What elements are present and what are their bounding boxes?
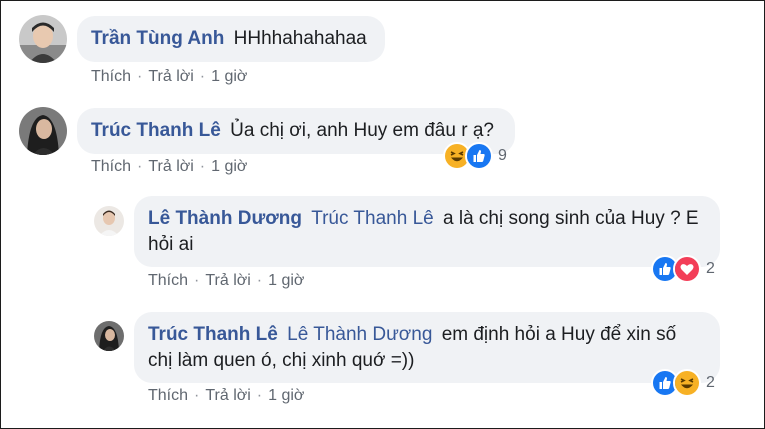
reply-actions: Thích · Trả lời · 1 giờ: [148, 387, 304, 405]
reaction-count: 2: [706, 260, 715, 277]
mention-link[interactable]: Lê Thành Dương: [287, 324, 432, 345]
like-link[interactable]: Thích: [91, 158, 131, 175]
like-link[interactable]: Thích: [91, 68, 131, 85]
comment-thread: Trần Tùng Anh HHhhahahahaa Thích · Trả lời…: [0, 0, 765, 429]
separator: ·: [199, 158, 206, 175]
avatar[interactable]: [19, 107, 67, 155]
like-icon: [465, 142, 493, 170]
like-link[interactable]: Thích: [148, 387, 188, 404]
separator: ·: [199, 68, 206, 85]
reaction-summary[interactable]: 2: [651, 369, 715, 397]
timestamp[interactable]: 1 giờ: [268, 272, 304, 289]
comment-text: Ủa chị ơi, anh Huy em đâu r ạ?: [230, 120, 494, 141]
reply-bubble: Lê Thành Dương Trúc Thanh Lê a là chị so…: [134, 196, 720, 267]
comment-actions: Thích · Trả lời · 1 giờ: [91, 68, 247, 86]
reply-text-line1: a là chị song sinh của Huy ? E: [443, 208, 699, 229]
separator: ·: [137, 158, 143, 175]
reply-text-line1: em định hỏi a Huy để xin số: [441, 324, 677, 345]
love-icon: [673, 255, 701, 283]
comment-author[interactable]: Trúc Thanh Lê: [91, 120, 221, 141]
mention-link[interactable]: Trúc Thanh Lê: [311, 208, 434, 229]
avatar[interactable]: [94, 206, 124, 236]
reaction-summary[interactable]: 9: [443, 142, 507, 170]
avatar[interactable]: [19, 15, 67, 63]
separator: ·: [256, 272, 263, 289]
avatar[interactable]: [94, 321, 124, 351]
reply-link[interactable]: Trả lời: [205, 387, 250, 404]
haha-icon: [673, 369, 701, 397]
separator: ·: [256, 387, 263, 404]
separator: ·: [194, 272, 200, 289]
separator: ·: [194, 387, 200, 404]
comment-actions: Thích · Trả lời · 1 giờ: [91, 158, 247, 176]
reply-author[interactable]: Lê Thành Dương: [148, 208, 302, 229]
reaction-count: 9: [498, 147, 507, 164]
reply-text-line2: hỏi ai: [148, 234, 194, 255]
reaction-count: 2: [706, 374, 715, 391]
reply-author[interactable]: Trúc Thanh Lê: [148, 324, 278, 345]
reply-link[interactable]: Trả lời: [205, 272, 250, 289]
comment-author[interactable]: Trần Tùng Anh: [91, 28, 224, 49]
like-link[interactable]: Thích: [148, 272, 188, 289]
reply-bubble: Trúc Thanh Lê Lê Thành Dương em định hỏi…: [134, 312, 720, 383]
reply-link[interactable]: Trả lời: [148, 68, 193, 85]
reply-text-line2: chị làm quen ó, chị xinh quớ =)): [148, 350, 415, 371]
comment-bubble: Trần Tùng Anh HHhhahahahaa: [77, 16, 385, 62]
comment-text: HHhhahahahaa: [233, 28, 367, 49]
reply-link[interactable]: Trả lời: [148, 158, 193, 175]
timestamp[interactable]: 1 giờ: [211, 158, 247, 175]
separator: ·: [137, 68, 143, 85]
timestamp[interactable]: 1 giờ: [268, 387, 304, 404]
reply-actions: Thích · Trả lời · 1 giờ: [148, 272, 304, 290]
timestamp[interactable]: 1 giờ: [211, 68, 247, 85]
reaction-summary[interactable]: 2: [651, 255, 715, 283]
